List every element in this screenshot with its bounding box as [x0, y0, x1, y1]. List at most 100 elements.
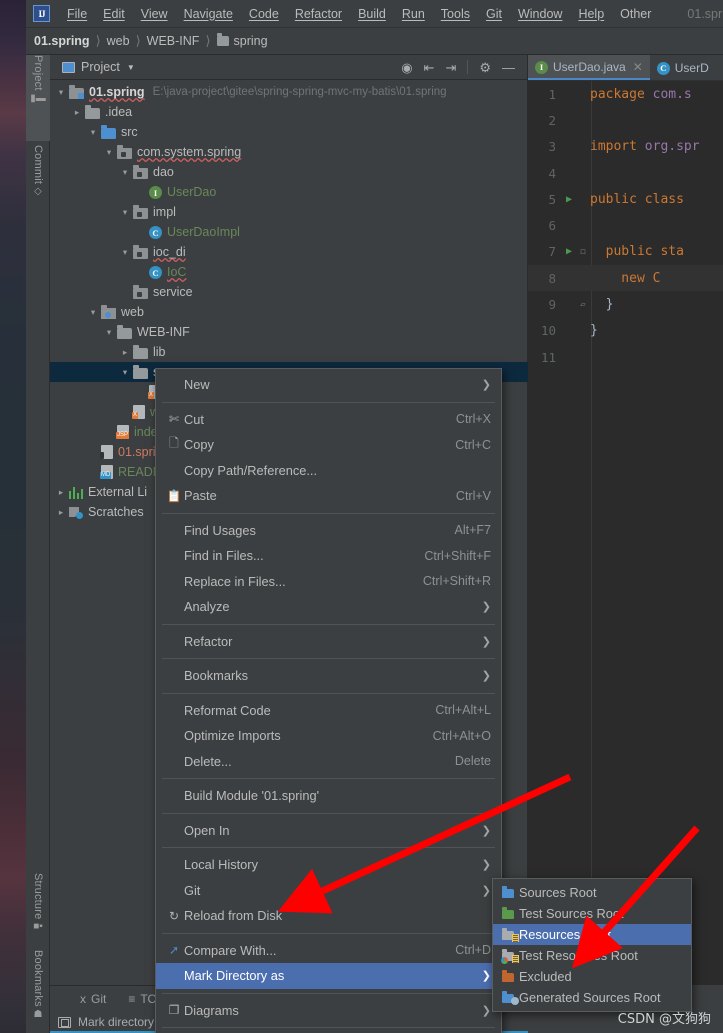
menu-item-refactor[interactable]: Refactor ❯: [156, 629, 501, 655]
run-button[interactable]: ▶: [562, 246, 576, 257]
run-button[interactable]: ▶: [562, 194, 576, 205]
tab-userdaoimpl-java[interactable]: C UserD: [650, 55, 716, 80]
chevron-down-icon[interactable]: ▾: [104, 147, 114, 158]
menu-item-copy[interactable]: 🗋 Copy Ctrl+C: [156, 432, 501, 458]
sidebar-item-structure[interactable]: Structure ■▪: [26, 873, 50, 932]
chevron-down-icon[interactable]: ▾: [56, 87, 66, 98]
sidebar-item-bookmarks[interactable]: Bookmarks ☗: [26, 950, 50, 1020]
tree-item-package[interactable]: ▾ com.system.spring: [50, 142, 527, 162]
menu-item-reload-from-disk[interactable]: ↻ Reload from Disk: [156, 903, 501, 929]
menu-item-delete[interactable]: Delete... Delete: [156, 749, 501, 775]
menu-item-copy-path[interactable]: Copy Path/Reference...: [156, 458, 501, 484]
menu-other[interactable]: Other: [612, 4, 659, 24]
tree-item-lib[interactable]: ▸ lib: [50, 342, 527, 362]
chevron-down-icon[interactable]: ▾: [120, 207, 130, 218]
menu-edit[interactable]: Edit: [95, 4, 133, 24]
hide-icon[interactable]: —: [502, 61, 515, 74]
chevron-right-icon[interactable]: ▸: [120, 347, 130, 358]
menu-navigate[interactable]: Navigate: [176, 4, 241, 24]
chevron-down-icon[interactable]: ▾: [120, 247, 130, 258]
breadcrumb-item-web[interactable]: web: [107, 34, 130, 48]
menu-item-replace-in-files[interactable]: Replace in Files... Ctrl+Shift+R: [156, 569, 501, 595]
locate-icon[interactable]: ◉: [401, 61, 412, 74]
tree-item-dao[interactable]: ▾ dao: [50, 162, 527, 182]
code-editor[interactable]: 1 package com.s 2 3 import org.spr 4 5 ▶ pub…: [528, 81, 723, 985]
menu-tools[interactable]: Tools: [433, 4, 478, 24]
menu-item-paste[interactable]: 📋 Paste Ctrl+V: [156, 483, 501, 509]
mark-directory-submenu: Sources Root Test Sources Root Resources…: [492, 878, 692, 1012]
tab-userdao-java[interactable]: I UserDao.java ✕: [528, 55, 650, 80]
menu-run[interactable]: Run: [394, 4, 433, 24]
shortcut-label: Ctrl+Alt+L: [435, 703, 491, 718]
menu-item-reformat-code[interactable]: Reformat Code Ctrl+Alt+L: [156, 698, 501, 724]
menu-code[interactable]: Code: [241, 4, 287, 24]
fold-marker-end[interactable]: ▱: [576, 300, 590, 310]
shortcut-label: Ctrl+C: [455, 437, 491, 452]
tree-item-userdaoimpl[interactable]: C UserDaoImpl: [50, 222, 527, 242]
menu-item-cut[interactable]: ✄ Cut Ctrl+X: [156, 407, 501, 433]
tree-item-src[interactable]: ▾ src: [50, 122, 527, 142]
tree-item-idea[interactable]: ▸ .idea: [50, 102, 527, 122]
chevron-right-icon[interactable]: ▸: [56, 487, 66, 498]
chevron-down-icon[interactable]: ▾: [104, 327, 114, 338]
sidebar-label-bookmarks: Bookmarks: [32, 950, 44, 1007]
menu-file[interactable]: File: [59, 4, 95, 24]
menu-git[interactable]: Git: [478, 4, 510, 24]
menu-item-new[interactable]: New ❯: [156, 372, 501, 398]
sidebar-item-commit[interactable]: Commit ◇: [26, 145, 50, 197]
menu-item-bookmarks[interactable]: Bookmarks ❯: [156, 663, 501, 689]
menu-separator: [162, 512, 495, 514]
chevron-right-icon[interactable]: ▸: [56, 507, 66, 518]
chevron-down-icon[interactable]: ▾: [120, 167, 130, 178]
tree-item-userdao[interactable]: I UserDao: [50, 182, 527, 202]
bottom-item-git[interactable]: x Git: [80, 992, 106, 1006]
menu-refactor[interactable]: Refactor: [287, 4, 350, 24]
breadcrumb-label: spring: [233, 34, 268, 48]
menu-item-local-history[interactable]: Local History ❯: [156, 852, 501, 878]
menu-build[interactable]: Build: [350, 4, 394, 24]
menu-view[interactable]: View: [133, 4, 176, 24]
tree-item-impl[interactable]: ▾ impl: [50, 202, 527, 222]
chevron-down-icon[interactable]: ▾: [88, 307, 98, 318]
menu-window[interactable]: Window: [510, 4, 570, 24]
submenu-item-excluded[interactable]: Excluded: [493, 966, 691, 987]
submenu-label: Sources Root: [519, 885, 597, 900]
chevron-down-icon[interactable]: ▾: [88, 127, 98, 138]
chevron-right-icon[interactable]: ▸: [72, 107, 82, 118]
chevron-down-icon[interactable]: ▼: [127, 63, 135, 72]
close-icon[interactable]: ✕: [633, 60, 643, 74]
submenu-item-test-resources-root[interactable]: Test Resources Root: [493, 945, 691, 966]
breadcrumb-item-webinf[interactable]: WEB-INF: [147, 34, 200, 48]
breadcrumb-item-project[interactable]: 01.spring: [34, 34, 90, 48]
menu-item-compare-with[interactable]: ➚ Compare With... Ctrl+D: [156, 938, 501, 964]
gear-icon[interactable]: ⚙: [479, 61, 491, 74]
submenu-item-generated-sources-root[interactable]: Generated Sources Root: [493, 987, 691, 1008]
collapse-all-icon[interactable]: ⇥: [445, 61, 456, 74]
menu-item-git[interactable]: Git ❯: [156, 878, 501, 904]
menu-item-diagrams[interactable]: ❐ Diagrams ❯: [156, 998, 501, 1024]
menu-help[interactable]: Help: [570, 4, 612, 24]
tree-item-service[interactable]: service: [50, 282, 527, 302]
menu-item-find-usages[interactable]: Find Usages Alt+F7: [156, 518, 501, 544]
submenu-item-sources-root[interactable]: Sources Root: [493, 882, 691, 903]
tree-item-module[interactable]: ▾ 01.spring E:\java-project\gitee\spring…: [50, 82, 527, 102]
menu-item-analyze[interactable]: Analyze ❯: [156, 594, 501, 620]
menu-item-optimize-imports[interactable]: Optimize Imports Ctrl+Alt+O: [156, 723, 501, 749]
menu-item-find-in-files[interactable]: Find in Files... Ctrl+Shift+F: [156, 543, 501, 569]
intellij-logo-icon[interactable]: IJ: [33, 5, 50, 22]
submenu-item-resources-root[interactable]: Resources Root: [493, 924, 691, 945]
fold-marker-collapse[interactable]: ◻: [576, 247, 590, 257]
tree-item-iocdi[interactable]: ▾ ioc_di: [50, 242, 527, 262]
tree-item-webinf[interactable]: ▾ WEB-INF: [50, 322, 527, 342]
chevron-right-icon: ❯: [481, 670, 491, 683]
breadcrumb-item-spring[interactable]: spring: [216, 33, 268, 48]
menu-item-build-module[interactable]: Build Module '01.spring': [156, 783, 501, 809]
tree-item-ioc[interactable]: C IoC: [50, 262, 527, 282]
expand-all-icon[interactable]: ⇤: [424, 61, 435, 74]
chevron-down-icon[interactable]: ▾: [120, 367, 130, 378]
menu-item-mark-directory-as[interactable]: Mark Directory as ❯: [156, 963, 501, 989]
menu-item-open-in[interactable]: Open In ❯: [156, 818, 501, 844]
sidebar-item-project[interactable]: Project ▮▬: [26, 55, 50, 141]
submenu-item-test-sources-root[interactable]: Test Sources Root: [493, 903, 691, 924]
tree-item-web[interactable]: ▾ web: [50, 302, 527, 322]
